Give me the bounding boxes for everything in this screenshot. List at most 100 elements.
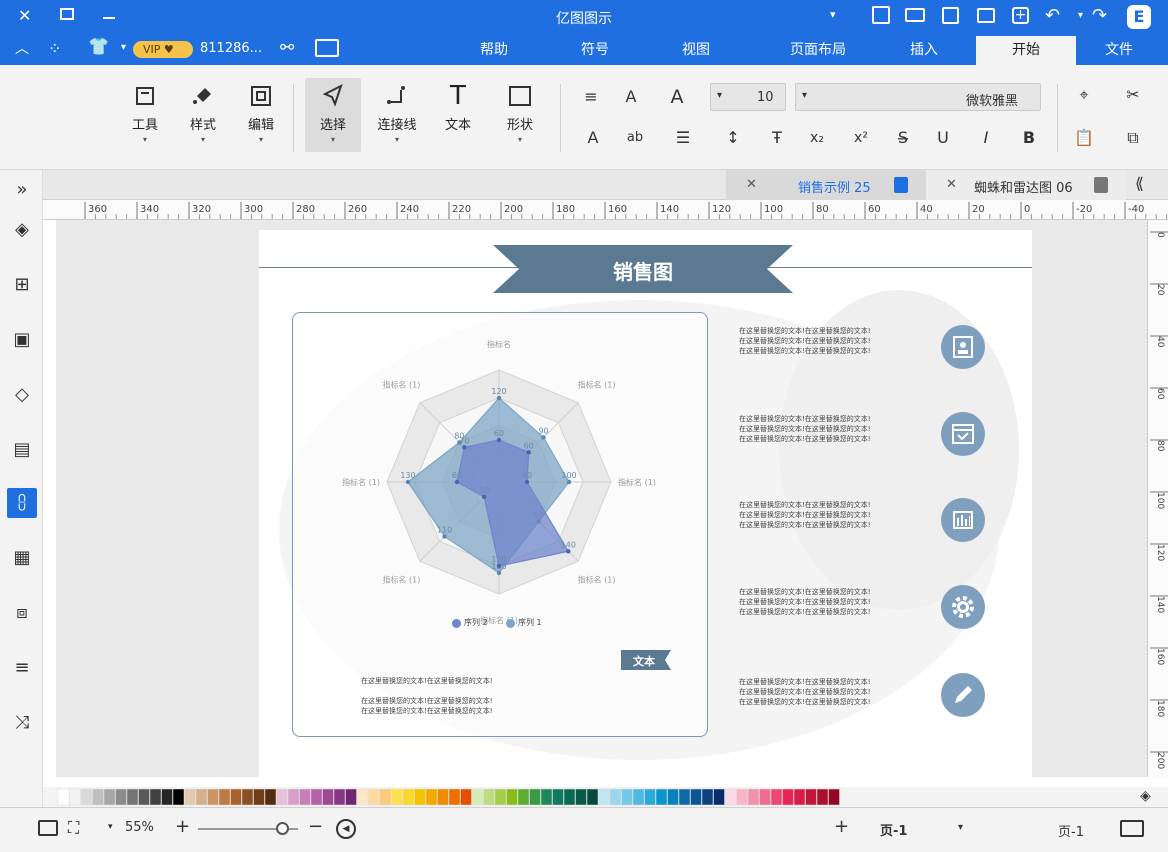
underline-icon[interactable]: U [932,127,954,149]
color-swatch [483,788,495,806]
color-swatch [713,788,725,806]
text-t-icon[interactable]: Ŧ [766,127,788,149]
print-icon[interactable] [905,8,925,22]
edit-button[interactable]: 编辑 ▾ [233,78,289,152]
zoom-slider-handle[interactable] [276,822,289,835]
tab-symbols[interactable]: 符号 [566,36,624,65]
color-swatch [621,788,633,806]
share-nodes-icon[interactable]: ⚯ [280,38,294,58]
close-icon[interactable]: ✕ [746,177,757,192]
decrease-font-icon[interactable]: A [620,86,642,108]
canvas[interactable]: 销售图 指标名 指标名 (1) 指标名 (1) 指标名 (1) 指标名 (1) 指标名 (… [56,220,1147,777]
tab-view[interactable]: 视图 [667,36,725,65]
table-icon[interactable]: ▦ [7,543,37,573]
layers-icon[interactable]: ◇ [7,380,37,410]
redo-icon[interactable]: ↷ [1092,5,1107,26]
copy-icon[interactable]: ⧉ [1122,127,1144,149]
style-button[interactable]: 样式 ▾ [175,78,231,152]
doc-tab[interactable]: ✕ 蜘蛛和雷达图 06 [926,170,1126,200]
tab-home[interactable]: 开始 [976,36,1076,65]
tab-page-layout[interactable]: 页面布局 [768,36,868,65]
chevron-down-icon[interactable]: ▾ [830,8,836,21]
fullscreen-icon[interactable]: ⛶ [68,818,79,838]
puzzle-icon[interactable]: ⧈ [7,598,37,628]
minimize-button[interactable] [103,17,115,19]
strikethrough-icon[interactable]: S̶ [892,127,914,149]
grid-icon[interactable]: ⊞ [7,270,37,300]
superscript-icon[interactable]: x² [850,127,872,149]
increase-font-icon[interactable]: A [666,86,688,108]
connector-button[interactable]: 连接线 ▾ [369,78,425,152]
vip-badge[interactable]: VIP ♥ [133,41,193,58]
doc-tab-label: 销售示例 25 [798,181,871,196]
tab-insert[interactable]: 插入 [895,36,953,65]
cut-icon[interactable]: ✂ [1122,84,1144,106]
tab-file[interactable]: 文件 [1090,36,1148,65]
page-tab[interactable]: 页-1 [880,820,907,839]
font-size-select[interactable]: ▾ 10 [710,83,786,111]
shape-button[interactable]: 形状 ▾ [492,78,548,152]
fit-icon[interactable]: ⤨ [7,708,37,738]
fill-icon[interactable]: ◈ [7,215,37,245]
chevron-down-icon[interactable]: ▾ [958,822,963,833]
theme-icon[interactable]: 👕 [88,37,109,57]
line-spacing-icon[interactable]: ≡ [580,86,602,108]
subscript-icon[interactable]: x₂ [806,127,828,149]
color-swatch [391,788,403,806]
doc-tab[interactable]: ✕ 销售示例 25 [726,170,926,200]
collapse-ribbon-icon[interactable]: ︿ [15,38,29,58]
bullet-list-icon[interactable]: ☰ [672,127,694,149]
italic-icon[interactable]: I [975,127,997,149]
color-palette[interactable]: ◈ [43,787,1168,807]
format-icon[interactable]: ≡ [7,653,37,683]
zoom-in-button[interactable]: + [175,816,190,837]
apps-icon[interactable]: ⁘ [48,39,61,58]
chevron-down-icon[interactable]: ▾ [121,42,126,53]
share-icon[interactable] [872,6,890,24]
image-icon[interactable]: ▣ [7,325,37,355]
color-swatch [230,788,242,806]
data-point [566,549,571,554]
fit-page-icon[interactable] [38,820,58,836]
ruler-label: 60 [868,204,881,215]
user-name[interactable]: 811286... [200,41,262,56]
tools-button[interactable]: 工具 ▾ [117,78,173,152]
line-height-icon[interactable]: ↕ [722,127,744,149]
select-button[interactable]: 选择 ▾ [305,78,361,152]
comment-icon[interactable] [315,39,339,57]
chevron-down-icon[interactable]: ▾ [108,822,113,832]
document-icon[interactable]: ▤ [7,435,37,465]
fill-icon[interactable]: ◈ [1140,788,1151,804]
font-family-select[interactable]: ▾ 微软雅黑 [795,83,1041,111]
tab-scroll-icon[interactable]: ⟪ [1135,174,1144,193]
new-file-icon[interactable]: + [1012,7,1029,24]
save-icon[interactable] [942,7,959,24]
chevron-down-icon[interactable]: ▾ [1078,10,1083,21]
data-label: 60 [494,429,504,438]
zoom-out-button[interactable]: − [308,816,323,837]
close-button[interactable]: ✕ [18,6,38,26]
close-icon[interactable]: ✕ [946,177,957,192]
maximize-button[interactable] [60,8,74,20]
open-folder-icon[interactable] [977,8,995,23]
data-point [481,494,487,500]
data-point [462,445,467,450]
play-icon[interactable]: ◀ [336,819,356,839]
data-point [566,479,572,485]
paste-icon[interactable]: 📋 [1073,127,1095,149]
text-button[interactable]: T 文本 [430,78,486,152]
color-swatch [667,788,679,806]
bold-icon[interactable]: B [1018,127,1040,149]
expand-panel-icon[interactable]: » [7,175,37,205]
panel-toggle-icon[interactable] [1120,820,1144,837]
format-painter-icon[interactable]: ⌖ [1073,84,1095,106]
text-case-icon[interactable]: ab [624,127,646,149]
divider [293,84,294,152]
tab-help[interactable]: 帮助 [465,36,523,65]
add-page-button[interactable]: + [834,816,849,837]
font-color-icon[interactable]: A [582,127,604,149]
undo-icon[interactable]: ↶ [1045,5,1060,26]
legend-label: 序列 1 [518,618,542,627]
zoom-level[interactable]: 55% [125,820,154,835]
chart-icon[interactable]: ⩉ [7,488,37,518]
